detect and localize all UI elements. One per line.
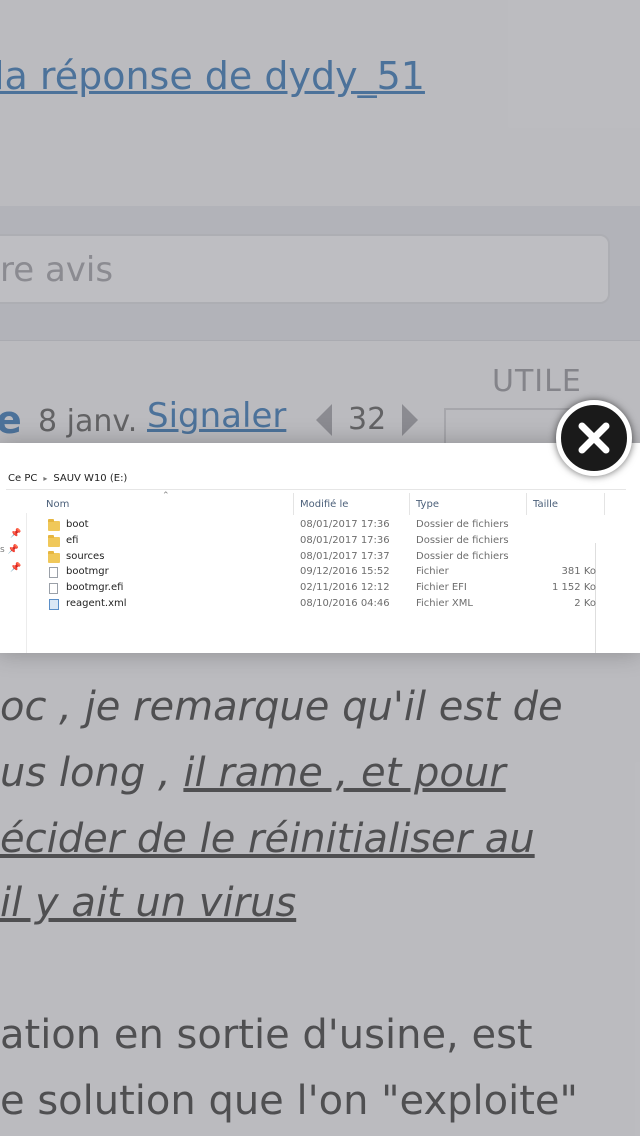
- file-name: efi: [66, 535, 79, 546]
- folder-icon: [48, 551, 60, 563]
- col-separator: [293, 493, 294, 515]
- col-name: Nom: [46, 499, 70, 510]
- col-separator: [409, 493, 410, 515]
- file-type: Dossier de fichiers: [416, 535, 509, 546]
- file-type: Dossier de fichiers: [416, 551, 509, 562]
- explorer-breadcrumb: Ce PC ▸ SAUV W10 (E:): [8, 473, 127, 484]
- file-row[interactable]: efi 08/01/2017 17:36 Dossier de fichiers: [0, 535, 638, 551]
- file-name: bootmgr: [66, 566, 109, 577]
- breadcrumb-drive: SAUV W10 (E:): [53, 473, 128, 484]
- close-x-glyph: [578, 422, 610, 454]
- file-row[interactable]: bootmgr.efi 02/11/2016 12:12 Fichier EFI…: [0, 582, 638, 598]
- folder-icon: [48, 535, 60, 547]
- file-modified: 09/12/2016 15:52: [300, 566, 390, 577]
- file-modified: 08/01/2017 17:36: [300, 535, 390, 546]
- file-modified: 08/01/2017 17:36: [300, 519, 390, 530]
- col-separator: [526, 493, 527, 515]
- file-row[interactable]: bootmgr 09/12/2016 15:52 Fichier 381 Ko: [0, 566, 638, 582]
- file-type: Dossier de fichiers: [416, 519, 509, 530]
- file-modified: 08/01/2017 17:37: [300, 551, 390, 562]
- breadcrumb-divider: [6, 489, 626, 490]
- file-modified: 02/11/2016 12:12: [300, 582, 390, 593]
- file-size: 1 152 Ko: [552, 582, 596, 593]
- file-row[interactable]: reagent.xml 08/10/2016 04:46 Fichier XML…: [0, 598, 638, 614]
- breadcrumb-ce-pc: Ce PC: [8, 473, 38, 484]
- lightbox-image: Ce PC ▸ SAUV W10 (E:) ⌃ Nom Modifié le Typ…: [0, 443, 640, 653]
- file-icon: [49, 567, 58, 578]
- file-type: Fichier: [416, 566, 449, 577]
- breadcrumb-chevron-icon: ▸: [43, 474, 48, 483]
- folder-icon: [48, 519, 60, 531]
- close-icon[interactable]: [556, 400, 632, 476]
- file-size: 381 Ko: [561, 566, 596, 577]
- file-name: boot: [66, 519, 89, 530]
- xml-file-icon: [49, 599, 59, 610]
- file-name: sources: [66, 551, 105, 562]
- file-row[interactable]: sources 08/01/2017 17:37 Dossier de fich…: [0, 551, 638, 567]
- file-icon: [49, 583, 58, 594]
- file-modified: 08/10/2016 04:46: [300, 598, 390, 609]
- file-type: Fichier EFI: [416, 582, 467, 593]
- file-row[interactable]: boot 08/01/2017 17:36 Dossier de fichier…: [0, 519, 638, 535]
- col-type: Type: [416, 499, 439, 510]
- file-name: bootmgr.efi: [66, 582, 124, 593]
- col-size: Taille: [533, 499, 559, 510]
- file-type: Fichier XML: [416, 598, 473, 609]
- col-modified: Modifié le: [300, 499, 349, 510]
- file-name: reagent.xml: [66, 598, 127, 609]
- col-separator: [604, 493, 605, 515]
- sort-caret-icon: ⌃: [162, 491, 170, 501]
- file-size: 2 Ko: [574, 598, 596, 609]
